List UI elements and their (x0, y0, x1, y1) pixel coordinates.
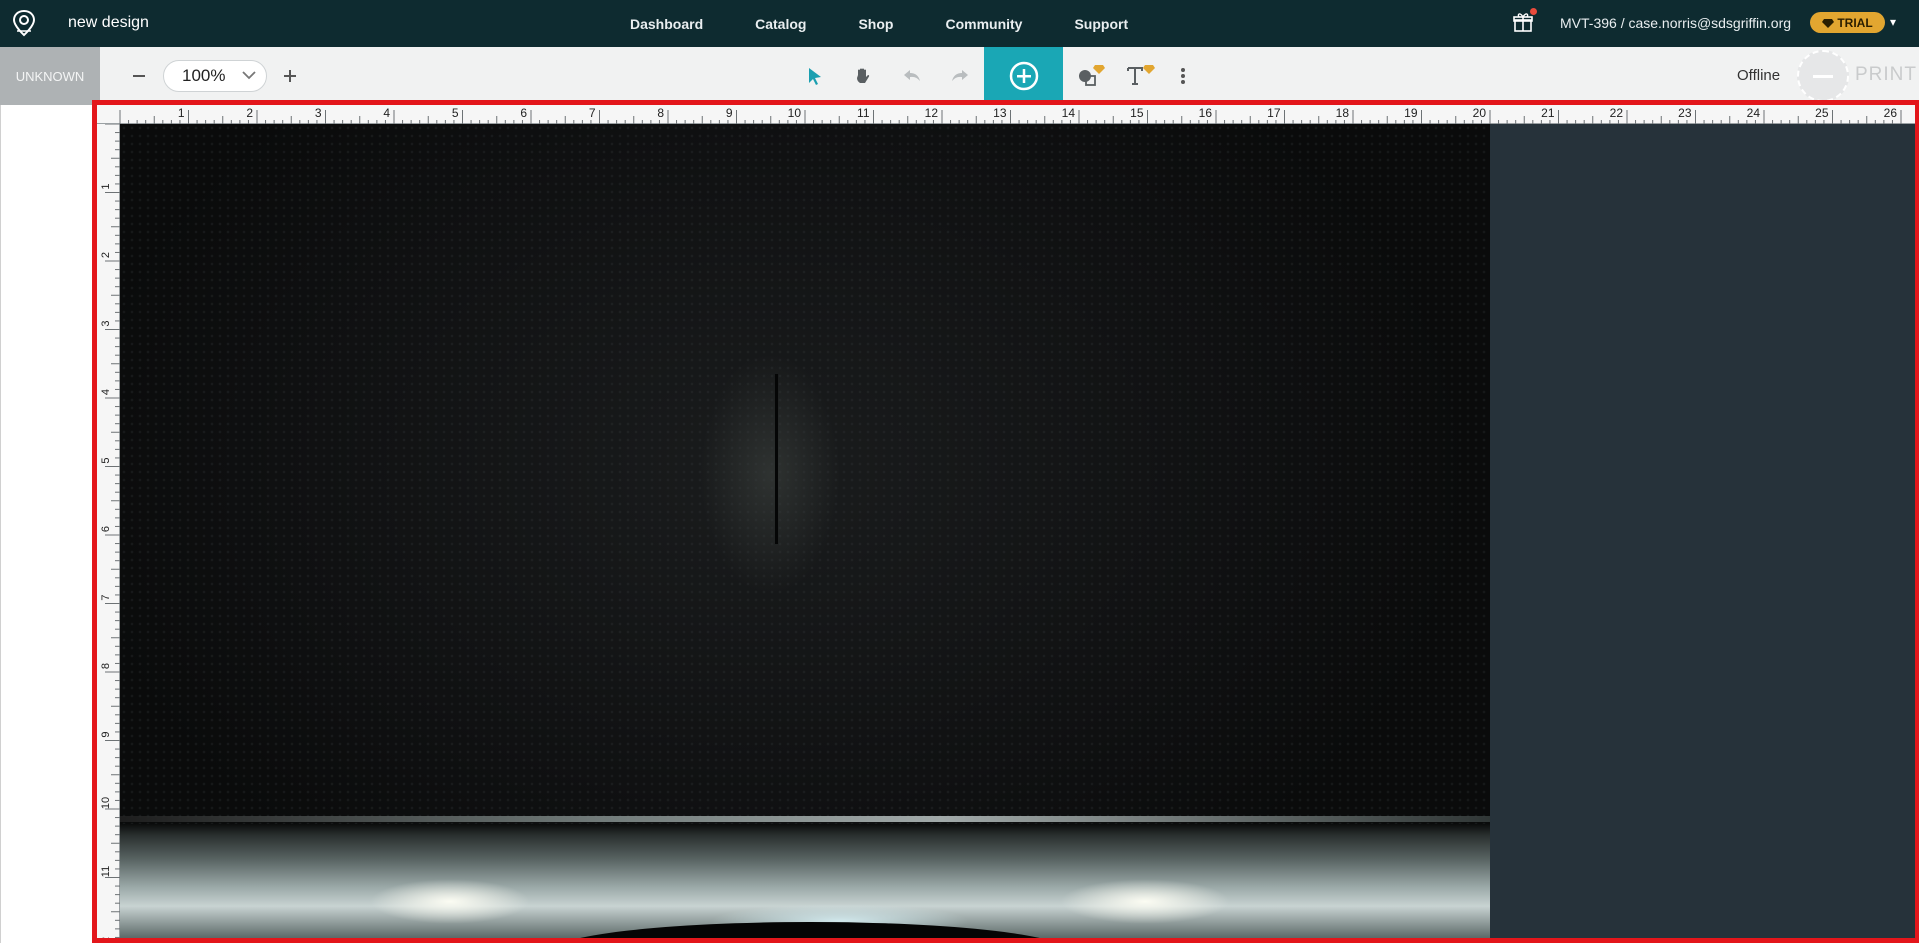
ruler-label: 9 (100, 731, 112, 737)
ruler-label: 5 (100, 457, 112, 463)
horizontal-ruler-ticks: 1 2 3 4 5 6 7 8 9 10 11 12 13 14 15 16 17 18 19 20 21 22 23 24 2… (119, 106, 1902, 124)
left-panel (0, 105, 92, 943)
ruler-label: 7 (100, 594, 112, 600)
zoom-in-icon (284, 70, 296, 82)
ruler-label: 6 (520, 106, 527, 120)
machine-selector[interactable]: UNKNOWN (0, 47, 100, 105)
undo-button[interactable] (899, 63, 925, 89)
ruler-label: 4 (100, 389, 112, 395)
account-info[interactable]: MVT-396 / case.norris@sdsgriffin.org (1560, 15, 1791, 31)
more-options-button[interactable] (1174, 63, 1192, 89)
trial-label: TRIAL (1837, 15, 1873, 30)
top-navigation-bar: new design Dashboard Catalog Shop Commun… (0, 0, 1919, 47)
print-button[interactable]: PRINT (1855, 64, 1917, 86)
zoom-out-icon (133, 75, 145, 77)
shapes-icon (1079, 65, 1105, 86)
ruler-label: 3 (315, 106, 322, 120)
vertical-ruler-ticks: 1 2 3 4 5 6 7 8 9 10 11 2 (100, 123, 120, 943)
ruler-label: 7 (589, 106, 596, 120)
nav-catalog[interactable]: Catalog (755, 16, 806, 32)
ruler-label: 2 (246, 106, 253, 120)
ruler-label: 2 (100, 937, 112, 938)
ruler-label: 19 (1404, 106, 1418, 120)
add-circle-icon (1009, 61, 1038, 91)
add-element-button[interactable] (984, 47, 1063, 105)
ruler-label: 6 (100, 526, 112, 532)
ruler-label: 12 (925, 106, 939, 120)
account-menu-caret[interactable]: ▾ (1890, 15, 1896, 29)
ruler-label: 2 (100, 252, 112, 258)
tray-edge (120, 816, 1490, 822)
ruler-label: 18 (1336, 106, 1350, 120)
ruler-label: 1 (100, 183, 112, 189)
shapes-tool-button[interactable] (1074, 61, 1108, 89)
ruler-label: 20 (1473, 106, 1487, 120)
more-vertical-icon (1181, 68, 1185, 84)
undo-icon (904, 70, 920, 81)
select-arrow-icon (809, 68, 821, 85)
ruler-label: 9 (726, 106, 733, 120)
honeycomb-mesh (120, 124, 1490, 824)
nav-dashboard[interactable]: Dashboard (630, 16, 703, 32)
main-nav: Dashboard Catalog Shop Community Support (630, 0, 1180, 47)
ruler-label: 24 (1747, 106, 1761, 120)
print-progress-circle (1797, 50, 1849, 102)
redo-button[interactable] (947, 63, 973, 89)
ruler-label: 22 (1610, 106, 1624, 120)
connection-status: Offline (1737, 67, 1781, 84)
toolbar: UNKNOWN 100% Offline PRINT (0, 47, 1919, 105)
ruler-label: 17 (1267, 106, 1281, 120)
notification-dot (1530, 8, 1537, 15)
center-beam (775, 374, 778, 544)
chevron-down-icon (242, 71, 256, 80)
ruler-label: 3 (100, 320, 112, 326)
zoom-in-button[interactable] (278, 64, 302, 88)
diamond-icon (1822, 18, 1835, 28)
camera-bed-view[interactable] (120, 124, 1490, 938)
ruler-label: 4 (383, 106, 390, 120)
hand-pan-icon (857, 68, 870, 83)
design-name[interactable]: new design (68, 14, 149, 32)
ruler-label: 11 (857, 106, 870, 120)
light-reflection-right (1060, 879, 1230, 924)
ruler-label: 26 (1884, 106, 1898, 120)
ruler-label: 21 (1541, 106, 1555, 120)
light-reflection-left (370, 879, 530, 924)
pan-tool-button[interactable] (850, 63, 876, 89)
logo-icon[interactable] (11, 9, 37, 37)
horizontal-ruler: 1 2 3 4 5 6 7 8 9 10 11 12 13 14 15 16 17 18 19 20 21 22 23 24 2… (97, 105, 1915, 124)
ruler-label: 5 (452, 106, 459, 120)
ruler-label: 23 (1678, 106, 1692, 120)
ruler-label: 13 (993, 106, 1007, 120)
redo-icon (952, 70, 968, 81)
nav-support[interactable]: Support (1074, 16, 1128, 32)
nav-shop[interactable]: Shop (858, 16, 893, 32)
ruler-label: 10 (788, 106, 802, 120)
ruler-label: 15 (1130, 106, 1144, 120)
select-tool-button[interactable] (802, 63, 828, 89)
ruler-label: 14 (1062, 106, 1076, 120)
zoom-select[interactable]: 100% (163, 60, 267, 92)
ruler-label: 25 (1815, 106, 1829, 120)
text-tool-button[interactable] (1124, 61, 1158, 89)
trial-badge[interactable]: TRIAL (1810, 12, 1885, 33)
ruler-label: 1 (178, 106, 185, 120)
ruler-label: 8 (100, 663, 112, 669)
ruler-label: 8 (657, 106, 664, 120)
text-icon (1127, 65, 1155, 85)
zoom-value: 100% (182, 66, 226, 85)
ruler-label: 11 (100, 866, 112, 877)
zoom-out-button[interactable] (127, 64, 151, 88)
vertical-ruler: 1 2 3 4 5 6 7 8 9 10 11 2 (97, 123, 120, 943)
nav-community[interactable]: Community (945, 16, 1022, 32)
ruler-label: 10 (100, 797, 112, 809)
ruler-label: 16 (1199, 106, 1213, 120)
